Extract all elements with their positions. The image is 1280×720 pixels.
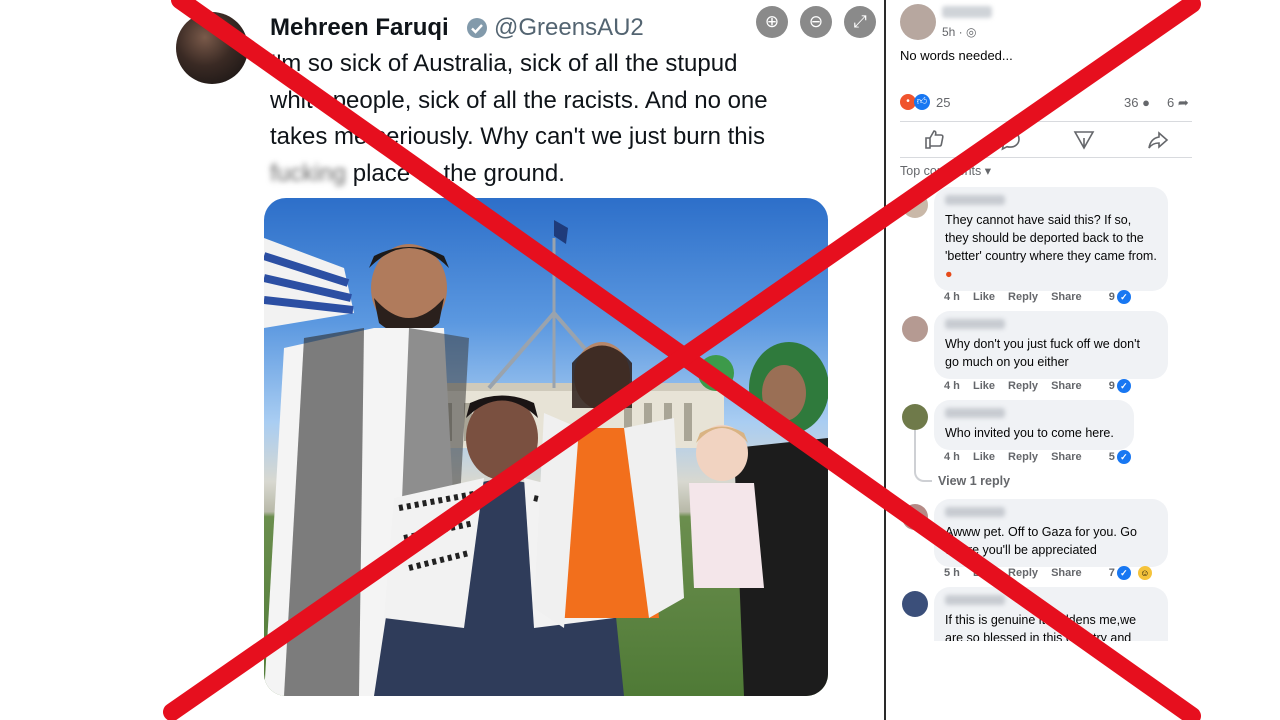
avatar[interactable] xyxy=(900,4,936,40)
post-text: No words needed... xyxy=(900,48,1013,63)
comment-text: If this is genuine it saddens me,we are … xyxy=(945,613,1137,641)
view-replies-link[interactable]: View 1 reply xyxy=(938,474,1010,488)
comment-meta: 4 h Like Reply Share 5 ✓ xyxy=(944,450,1141,464)
tweet-line: I'm so sick of Australia, sick of all th… xyxy=(270,50,738,77)
tweet-photo xyxy=(264,198,828,696)
zoom-out-icon[interactable]: ⊖ xyxy=(800,6,832,38)
comment-meta: 4 h Like Reply Share 9 ✓ xyxy=(944,290,1141,304)
tweet-handle: @GreensAU2 xyxy=(494,14,644,41)
chevron-down-icon: ▾ xyxy=(984,164,992,178)
share-link[interactable]: Share xyxy=(1051,291,1082,303)
divider xyxy=(900,121,1192,122)
comment-text: Awww pet. Off to Gaza for you. Go where … xyxy=(945,525,1137,557)
share-icon[interactable] xyxy=(1146,128,1170,152)
avatar[interactable] xyxy=(902,504,928,530)
tweet-line: white people, sick of all the racists. A… xyxy=(270,86,768,114)
comment-bubble: Who invited you to come here. xyxy=(934,400,1134,450)
reaction-count[interactable]: 5 xyxy=(1109,451,1115,463)
laugh-reaction-icon: ☺ xyxy=(1137,566,1152,580)
poster-name-redacted[interactable] xyxy=(942,6,992,18)
reply-link[interactable]: Reply xyxy=(1008,291,1038,303)
divider xyxy=(900,157,1192,158)
comments-count[interactable]: 36 ● xyxy=(1124,95,1150,110)
tweet-line: takes me seriously. Why can't we just bu… xyxy=(270,123,765,150)
comment-text: They cannot have said this? If so, they … xyxy=(945,213,1157,281)
send-icon[interactable] xyxy=(1072,128,1096,152)
verified-badge-icon xyxy=(467,18,487,38)
tweet-author-name: Mehreen Faruqi xyxy=(270,14,449,41)
tweet-text: I'm so sick of Australia, sick of all th… xyxy=(270,46,850,192)
comment-icon: ● xyxy=(1142,95,1150,110)
comment-icon[interactable] xyxy=(998,128,1022,152)
globe-icon: ◎ xyxy=(962,25,977,39)
commenter-name-redacted[interactable] xyxy=(945,507,1005,517)
commenter-name-redacted[interactable] xyxy=(945,408,1005,418)
comment-bubble: Why don't you just fuck off we don't go … xyxy=(934,311,1168,379)
like-link[interactable]: Like xyxy=(973,567,995,579)
reaction-count[interactable]: 9 xyxy=(1109,380,1115,392)
like-link[interactable]: Like xyxy=(973,380,995,392)
censored-word: fucking xyxy=(270,159,347,187)
photo-illustration xyxy=(264,220,828,696)
comment-text: Who invited you to come here. xyxy=(945,426,1114,440)
comment-meta: 4 h Like Reply Share 9 ✓ xyxy=(944,379,1141,393)
like-reaction-icon: 👍︎ xyxy=(914,94,930,110)
share-arrow-icon: ➦ xyxy=(1177,95,1189,110)
avatar[interactable] xyxy=(902,591,928,617)
like-link[interactable]: Like xyxy=(973,291,995,303)
post-time: 5h · ◎ xyxy=(942,25,977,39)
comment-bubble: If this is genuine it saddens me,we are … xyxy=(934,587,1168,641)
avatar[interactable] xyxy=(902,316,928,342)
shares-count[interactable]: 6 ➦ xyxy=(1167,95,1189,111)
like-icon[interactable] xyxy=(922,128,946,152)
facebook-post-panel: 5h · ◎ No words needed... • 👍︎ 25 36 ● 6… xyxy=(892,0,1202,720)
avatar xyxy=(176,12,248,84)
share-link[interactable]: Share xyxy=(1051,380,1082,392)
commenter-name-redacted[interactable] xyxy=(945,195,1005,205)
fullscreen-icon[interactable]: ⤢ xyxy=(844,6,876,38)
tweet-line-rest: place to the ground. xyxy=(352,159,565,187)
tweet-line: fucking place to the ground. xyxy=(270,156,850,193)
reply-link[interactable]: Reply xyxy=(1008,567,1038,579)
like-reaction-icon: ✓ xyxy=(1116,566,1131,580)
reply-thread-line xyxy=(914,430,932,482)
reply-link[interactable]: Reply xyxy=(1008,451,1038,463)
angry-emoji-icon: ● xyxy=(945,267,953,281)
commenter-name-redacted[interactable] xyxy=(945,319,1005,329)
commenter-name-redacted[interactable] xyxy=(945,595,1005,605)
like-reaction-icon: ✓ xyxy=(1116,290,1131,304)
like-link[interactable]: Like xyxy=(973,451,995,463)
comment-bubble: Awww pet. Off to Gaza for you. Go where … xyxy=(934,499,1168,567)
avatar[interactable] xyxy=(902,404,928,430)
like-reaction-icon: ✓ xyxy=(1116,379,1131,393)
reply-link[interactable]: Reply xyxy=(1008,380,1038,392)
tweet-card: Mehreen Faruqi @GreensAU2 ⊕ ⊖ ⤢ I'm so s… xyxy=(170,0,882,720)
reaction-count[interactable]: 7 xyxy=(1109,567,1115,579)
panel-divider xyxy=(884,0,886,720)
comment-text: Why don't you just fuck off we don't go … xyxy=(945,337,1140,369)
avatar[interactable] xyxy=(902,192,928,218)
comment-sort-dropdown[interactable]: Top comments ▾ xyxy=(900,163,991,178)
zoom-in-icon[interactable]: ⊕ xyxy=(756,6,788,38)
share-link[interactable]: Share xyxy=(1051,451,1082,463)
comment-meta: 5 h Like Reply Share 7 ✓ ☺ xyxy=(944,566,1162,580)
reaction-count[interactable]: 9 xyxy=(1109,291,1115,303)
like-reaction-icon: ✓ xyxy=(1116,450,1131,464)
reactions-count[interactable]: 25 xyxy=(936,95,950,110)
comment-bubble: They cannot have said this? If so, they … xyxy=(934,187,1168,291)
share-link[interactable]: Share xyxy=(1051,567,1082,579)
